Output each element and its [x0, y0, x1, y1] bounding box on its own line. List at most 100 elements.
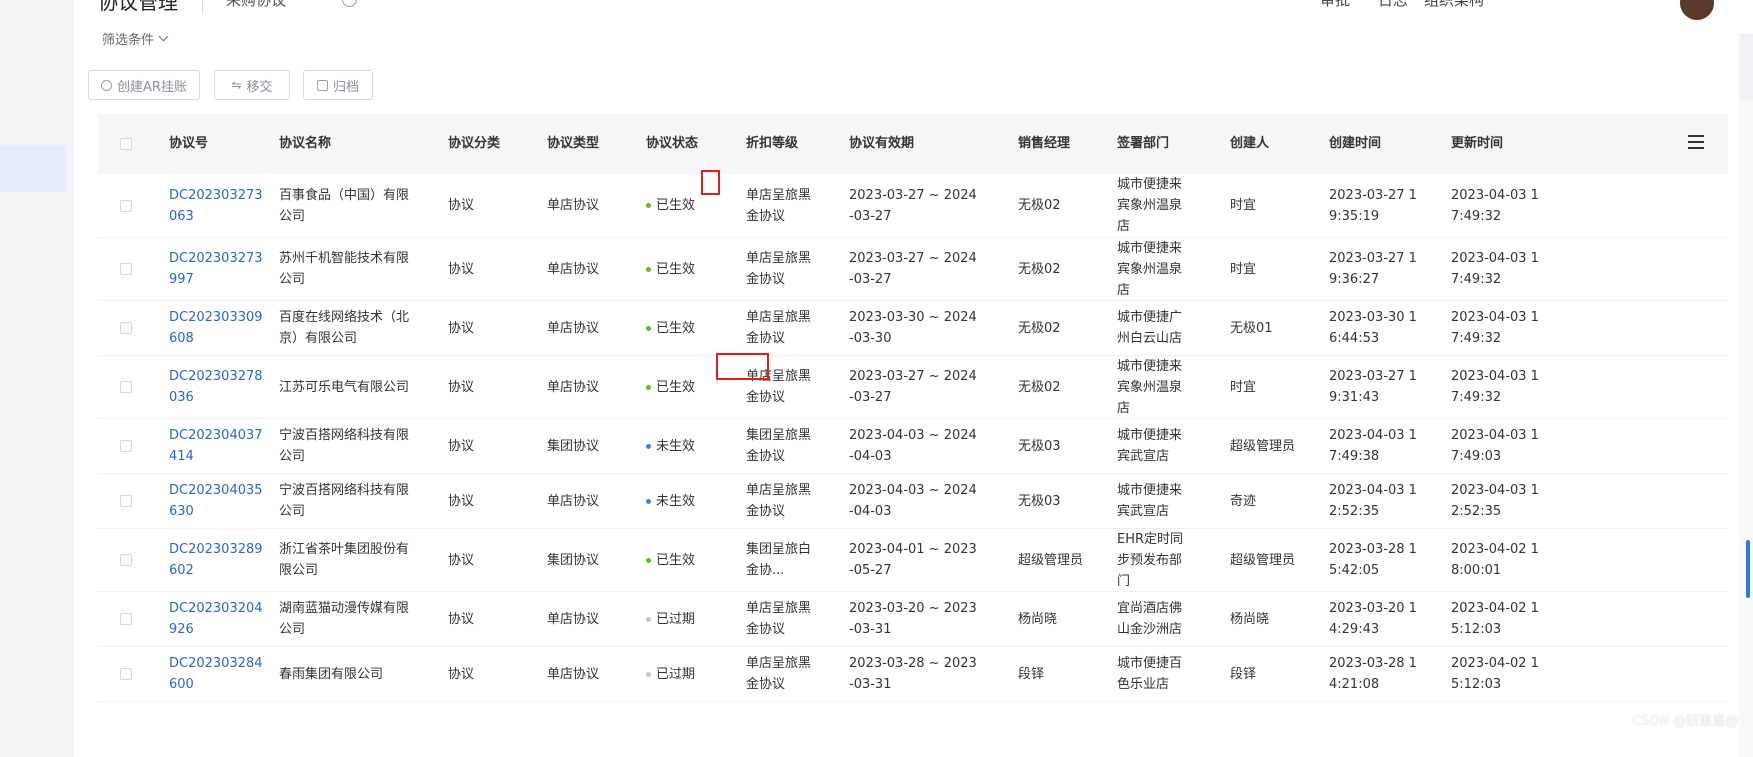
cell-text: 杨尚晓 — [1018, 611, 1058, 627]
row-checkbox[interactable] — [120, 495, 132, 507]
cell-text: 单店协议 — [547, 261, 600, 277]
protocol-code-link[interactable]: DC202303284600 — [169, 653, 269, 695]
cell-text: 协议 — [448, 261, 475, 277]
title-divider — [202, 0, 203, 14]
protocol-code-link[interactable]: DC202303273063 — [169, 185, 269, 227]
row-checkbox[interactable] — [120, 381, 132, 393]
cell-text: 超级管理员 — [1230, 438, 1296, 454]
status-text: 已生效 — [656, 552, 696, 568]
cell-manager: 无极03 — [1018, 419, 1098, 473]
cell-manager: 超级管理员 — [1018, 529, 1098, 591]
protocol-type-dropdown[interactable]: 采购协议 — [226, 0, 286, 10]
select-all-checkbox[interactable] — [120, 138, 132, 150]
row-select-cell — [120, 238, 132, 300]
cell-status: 未生效 — [646, 419, 736, 473]
cell-category: 协议 — [448, 356, 538, 418]
row-checkbox[interactable] — [120, 263, 132, 275]
cell-name: 春雨集团有限公司 — [279, 647, 419, 701]
table-row[interactable]: DC202304037414 宁波百搭网络科技有限公司 协议 集团协议 未生效 集团呈旅黑… — [98, 419, 1728, 474]
protocol-code-link[interactable]: DC202303273997 — [169, 248, 269, 290]
page-title: 协议管理 — [98, 0, 178, 14]
protocol-code-link[interactable]: DC202304035630 — [169, 480, 269, 522]
cell-code: DC202303273063 — [169, 174, 269, 237]
user-avatar[interactable] — [1680, 0, 1714, 20]
cell-creator: 奇迹 — [1230, 474, 1312, 528]
sidebar-selected-item[interactable] — [0, 146, 66, 192]
scrollbar-thumb[interactable] — [1746, 540, 1750, 598]
status-text: 已生效 — [656, 320, 696, 336]
status-badge: 已生效 — [646, 377, 695, 398]
cell-created: 2023-03-28 14:21:08 — [1329, 647, 1429, 701]
row-select-cell — [120, 419, 132, 473]
cell-text: 宁波百搭网络科技有限公司 — [279, 428, 410, 464]
cell-code: DC202304035630 — [169, 474, 269, 528]
cell-dept: 城市便捷百色乐业店 — [1117, 647, 1189, 701]
table-row[interactable]: DC202303278036 江苏可乐电气有限公司 协议 单店协议 已生效 单店呈旅黑金协… — [98, 356, 1728, 419]
cell-text: 单店呈旅黑金协议 — [746, 251, 812, 287]
row-checkbox[interactable] — [120, 613, 132, 625]
transfer-button[interactable]: ⇋ 移交 — [214, 70, 290, 100]
row-select-cell — [120, 174, 132, 237]
table-row[interactable]: DC202303289602 浙江省茶叶集团股份有限公司 协议 集团协议 已生效 集团呈旅… — [98, 529, 1728, 592]
status-badge: 未生效 — [646, 436, 695, 457]
nav-log[interactable]: 日志 — [1378, 0, 1408, 10]
cell-text: 协议 — [448, 493, 475, 509]
cell-dept: 城市便捷广州白云山店 — [1117, 301, 1189, 355]
cell-text: 2023-03-20 ~ 2023-03-31 — [849, 601, 977, 637]
status-dot-icon — [646, 498, 651, 504]
protocol-code-link[interactable]: DC202303278036 — [169, 366, 269, 408]
status-text: 未生效 — [656, 438, 696, 454]
nav-org[interactable]: 组织架构 — [1424, 0, 1484, 10]
cell-dept: 城市便捷来宾武宣店 — [1117, 419, 1189, 473]
cell-text: 2023-03-20 14:29:43 — [1329, 601, 1417, 637]
cell-text: 协议 — [448, 198, 475, 213]
table-row[interactable]: DC202304035630 宁波百搭网络科技有限公司 协议 单店协议 未生效 单店呈旅黑… — [98, 474, 1728, 529]
cell-text: 协议 — [448, 666, 475, 682]
cell-text: 宁波百搭网络科技有限公司 — [279, 483, 410, 519]
cell-text: 单店呈旅黑金协议 — [746, 310, 812, 346]
cell-creator: 无极01 — [1230, 301, 1312, 355]
cell-text: EHR定时同步预发布部门 — [1117, 531, 1184, 589]
table-row[interactable]: DC202303309608 百度在线网络技术（北京）有限公司 协议 单店协议 已生效 单… — [98, 301, 1728, 356]
row-checkbox[interactable] — [120, 322, 132, 334]
protocol-code-link[interactable]: DC202303204926 — [169, 598, 269, 640]
row-checkbox[interactable] — [120, 440, 132, 452]
cell-updated: 2023-04-02 18:00:01 — [1451, 529, 1551, 591]
cell-category: 协议 — [448, 529, 538, 591]
cell-category: 协议 — [448, 238, 538, 300]
cell-validity: 2023-04-03 ~ 2024-04-03 — [849, 474, 979, 528]
cell-category: 协议 — [448, 474, 538, 528]
cell-text: 协议 — [448, 438, 475, 454]
archive-button[interactable]: 归档 — [303, 70, 373, 100]
create-ar-button[interactable]: 创建AR挂账 — [88, 70, 200, 100]
row-checkbox[interactable] — [120, 668, 132, 680]
cell-text: 2023-04-02 15:12:03 — [1451, 601, 1539, 637]
cell-created: 2023-04-03 12:52:35 — [1329, 474, 1429, 528]
nav-approval[interactable]: 审批 — [1320, 0, 1350, 10]
status-text: 已生效 — [656, 261, 696, 277]
cell-category: 协议 — [448, 592, 538, 646]
cell-name: 浙江省茶叶集团股份有限公司 — [279, 529, 419, 591]
row-checkbox[interactable] — [120, 554, 132, 566]
info-icon[interactable] — [342, 0, 357, 7]
status-badge: 已生效 — [646, 195, 695, 216]
protocol-code-link[interactable]: DC202303289602 — [169, 539, 269, 581]
cell-text: 2023-04-03 17:49:32 — [1451, 251, 1539, 287]
table-row[interactable]: DC202303204926 湖南蓝猫动漫传媒有限公司 协议 单店协议 已过期 单店呈旅黑… — [98, 592, 1728, 647]
row-checkbox[interactable] — [120, 199, 132, 212]
filter-toggle[interactable]: 筛选条件 — [102, 29, 169, 48]
cell-status: 未生效 — [646, 474, 736, 528]
protocol-code-link[interactable]: DC202304037414 — [169, 425, 269, 467]
column-header-created: 创建时间 — [1329, 136, 1382, 151]
cell-text: 2023-04-03 12:52:35 — [1329, 483, 1417, 519]
cell-updated: 2023-04-03 17:49:32 — [1451, 301, 1551, 355]
protocol-code-link[interactable]: DC202303309608 — [169, 307, 269, 349]
cell-code: DC202303289602 — [169, 529, 269, 591]
table-row[interactable]: DC202303284600 春雨集团有限公司 协议 单店协议 已过期 单店呈旅黑金协议 2… — [98, 647, 1728, 702]
column-header-dept: 签署部门 — [1117, 136, 1170, 151]
column-settings-icon[interactable] — [1688, 135, 1704, 149]
table-row[interactable]: DC202303273063 百事食品（中国）有限公司 协议 单店协议 已生效 单店呈旅黑… — [98, 174, 1728, 238]
table-row[interactable]: DC202303273997 苏州千机智能技术有限公司 协议 单店协议 已生效 单店呈旅黑… — [98, 238, 1728, 301]
scrollbar[interactable] — [1739, 100, 1753, 757]
cell-text: 2023-04-03 17:49:32 — [1451, 369, 1539, 405]
